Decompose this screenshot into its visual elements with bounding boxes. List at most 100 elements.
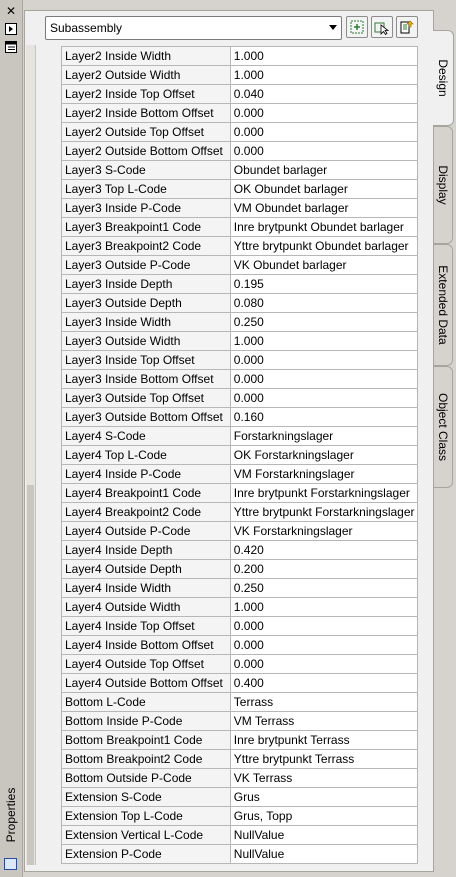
property-value[interactable]: 0.000 bbox=[229, 369, 419, 389]
property-value[interactable]: 0.400 bbox=[229, 673, 419, 693]
property-value[interactable]: VM Terrass bbox=[229, 711, 419, 731]
property-row[interactable]: Layer4 S-Code Forstarkningslager bbox=[61, 426, 419, 446]
property-row[interactable]: Layer4 Breakpoint2 Code Yttre brytpunkt F… bbox=[61, 502, 419, 522]
property-value[interactable]: 0.195 bbox=[229, 274, 419, 294]
property-value[interactable]: 0.000 bbox=[229, 616, 419, 636]
property-row[interactable]: Layer4 Outside Top Offset 0.000 bbox=[61, 654, 419, 674]
property-value[interactable]: 0.420 bbox=[229, 540, 419, 560]
property-value[interactable]: NullValue bbox=[229, 825, 419, 845]
property-value[interactable]: OK Obundet barlager bbox=[229, 179, 419, 199]
property-row[interactable]: Layer3 Inside Depth 0.195 bbox=[61, 274, 419, 294]
property-value[interactable]: Inre brytpunkt Forstarkningslager bbox=[229, 483, 419, 503]
property-row[interactable]: Layer3 Inside Top Offset 0.000 bbox=[61, 350, 419, 370]
property-value[interactable]: 0.160 bbox=[229, 407, 419, 427]
property-row[interactable]: Layer3 Outside P-Code VK Obundet barlager bbox=[61, 255, 419, 275]
property-value[interactable]: 0.250 bbox=[229, 312, 419, 332]
property-row[interactable]: Bottom Breakpoint1 Code Inre brytpunkt Te… bbox=[61, 730, 419, 750]
property-row[interactable]: Layer4 Inside Top Offset 0.000 bbox=[61, 616, 419, 636]
property-value[interactable]: Terrass bbox=[229, 692, 419, 712]
property-row[interactable]: Layer3 Top L-Code OK Obundet barlager bbox=[61, 179, 419, 199]
property-value[interactable]: Inre brytpunkt Terrass bbox=[229, 730, 419, 750]
property-row[interactable]: Layer3 S-Code Obundet barlager bbox=[61, 160, 419, 180]
property-value[interactable]: Yttre brytpunkt Obundet barlager bbox=[229, 236, 419, 256]
property-row[interactable]: Layer4 Outside Bottom Offset 0.400 bbox=[61, 673, 419, 693]
property-value[interactable]: VM Forstarkningslager bbox=[229, 464, 419, 484]
property-row[interactable]: Layer4 Inside Depth 0.420 bbox=[61, 540, 419, 560]
property-value[interactable]: VK Forstarkningslager bbox=[229, 521, 419, 541]
property-value[interactable]: 0.080 bbox=[229, 293, 419, 313]
palette-menu-icon[interactable] bbox=[4, 40, 18, 54]
property-row[interactable]: Layer2 Inside Bottom Offset 0.000 bbox=[61, 103, 419, 123]
property-value[interactable]: 0.000 bbox=[229, 388, 419, 408]
property-row[interactable]: Layer3 Inside P-Code VM Obundet barlager bbox=[61, 198, 419, 218]
property-row[interactable]: Layer4 Outside Width 1.000 bbox=[61, 597, 419, 617]
object-type-dropdown[interactable]: Subassembly bbox=[45, 16, 342, 40]
property-value[interactable]: Inre brytpunkt Obundet barlager bbox=[229, 217, 419, 237]
quick-select-button[interactable] bbox=[346, 16, 368, 38]
property-row[interactable]: Layer3 Outside Top Offset 0.000 bbox=[61, 388, 419, 408]
property-row[interactable]: Layer4 Outside P-Code VK Forstarkningslag… bbox=[61, 521, 419, 541]
property-value[interactable]: NullValue bbox=[229, 844, 419, 864]
property-row[interactable]: Layer3 Outside Depth 0.080 bbox=[61, 293, 419, 313]
property-value[interactable]: 1.000 bbox=[229, 46, 419, 66]
property-value[interactable]: 0.250 bbox=[229, 578, 419, 598]
property-row[interactable]: Layer2 Inside Width 1.000 bbox=[61, 46, 419, 66]
property-row[interactable]: Layer2 Outside Bottom Offset 0.000 bbox=[61, 141, 419, 161]
property-value[interactable]: OK Forstarkningslager bbox=[229, 445, 419, 465]
property-row[interactable]: Layer2 Inside Top Offset 0.040 bbox=[61, 84, 419, 104]
property-value[interactable]: 0.200 bbox=[229, 559, 419, 579]
property-value[interactable]: Obundet barlager bbox=[229, 160, 419, 180]
property-row[interactable]: Extension Vertical L-Code NullValue bbox=[61, 825, 419, 845]
property-value[interactable]: 1.000 bbox=[229, 331, 419, 351]
property-value[interactable]: 0.000 bbox=[229, 122, 419, 142]
property-row[interactable]: Layer4 Top L-Code OK Forstarkningslager bbox=[61, 445, 419, 465]
tab-display[interactable]: Display bbox=[434, 126, 453, 244]
property-row[interactable]: Bottom Breakpoint2 Code Yttre brytpunkt T… bbox=[61, 749, 419, 769]
property-row[interactable]: Layer3 Breakpoint1 Code Inre brytpunkt Ob… bbox=[61, 217, 419, 237]
property-value[interactable]: Grus bbox=[229, 787, 419, 807]
scrollbar-thumb[interactable] bbox=[27, 485, 34, 865]
property-row[interactable]: Layer3 Outside Bottom Offset 0.160 bbox=[61, 407, 419, 427]
property-row[interactable]: Layer2 Outside Width 1.000 bbox=[61, 65, 419, 85]
toggle-pickadd-button[interactable] bbox=[396, 16, 418, 38]
property-row[interactable]: Bottom L-Code Terrass bbox=[61, 692, 419, 712]
property-row[interactable]: Extension Top L-Code Grus, Topp bbox=[61, 806, 419, 826]
property-row[interactable]: Layer4 Inside Width 0.250 bbox=[61, 578, 419, 598]
property-row[interactable]: Layer3 Inside Bottom Offset 0.000 bbox=[61, 369, 419, 389]
properties-icon[interactable] bbox=[4, 858, 17, 870]
property-value[interactable]: 0.000 bbox=[229, 103, 419, 123]
property-row[interactable]: Extension S-Code Grus bbox=[61, 787, 419, 807]
property-row[interactable]: Extension P-Code NullValue bbox=[61, 844, 419, 864]
property-row[interactable]: Layer2 Outside Top Offset 0.000 bbox=[61, 122, 419, 142]
property-row[interactable]: Bottom Outside P-Code VK Terrass bbox=[61, 768, 419, 788]
property-row[interactable]: Layer4 Inside P-Code VM Forstarkningslage… bbox=[61, 464, 419, 484]
select-objects-button[interactable] bbox=[371, 16, 393, 38]
property-value[interactable]: VK Terrass bbox=[229, 768, 419, 788]
property-value[interactable]: Yttre brytpunkt Terrass bbox=[229, 749, 419, 769]
property-row[interactable]: Layer3 Inside Width 0.250 bbox=[61, 312, 419, 332]
property-value[interactable]: Grus, Topp bbox=[229, 806, 419, 826]
palette-title-strip[interactable]: ✕ Properties bbox=[0, 0, 23, 877]
close-icon[interactable]: ✕ bbox=[4, 4, 18, 18]
property-row[interactable]: Layer4 Breakpoint1 Code Inre brytpunkt Fo… bbox=[61, 483, 419, 503]
property-value[interactable]: Forstarkningslager bbox=[229, 426, 419, 446]
property-row[interactable]: Layer4 Inside Bottom Offset 0.000 bbox=[61, 635, 419, 655]
property-value[interactable]: 0.000 bbox=[229, 635, 419, 655]
property-value[interactable]: 0.040 bbox=[229, 84, 419, 104]
property-value[interactable]: Yttre brytpunkt Forstarkningslager bbox=[229, 502, 419, 522]
property-row[interactable]: Bottom Inside P-Code VM Terrass bbox=[61, 711, 419, 731]
property-value[interactable]: VK Obundet barlager bbox=[229, 255, 419, 275]
property-row[interactable]: Layer4 Outside Depth 0.200 bbox=[61, 559, 419, 579]
property-value[interactable]: 0.000 bbox=[229, 141, 419, 161]
property-value[interactable]: 0.000 bbox=[229, 350, 419, 370]
tab-extended-data[interactable]: Extended Data bbox=[434, 244, 453, 366]
property-row[interactable]: Layer3 Breakpoint2 Code Yttre brytpunkt O… bbox=[61, 236, 419, 256]
property-value[interactable]: VM Obundet barlager bbox=[229, 198, 419, 218]
property-value[interactable]: 1.000 bbox=[229, 65, 419, 85]
property-value[interactable]: 1.000 bbox=[229, 597, 419, 617]
tab-design[interactable]: Design bbox=[433, 30, 454, 126]
auto-hide-icon[interactable] bbox=[4, 22, 18, 36]
property-row[interactable]: Layer3 Outside Width 1.000 bbox=[61, 331, 419, 351]
vertical-scrollbar[interactable] bbox=[26, 45, 36, 865]
tab-object-class[interactable]: Object Class bbox=[434, 366, 453, 488]
